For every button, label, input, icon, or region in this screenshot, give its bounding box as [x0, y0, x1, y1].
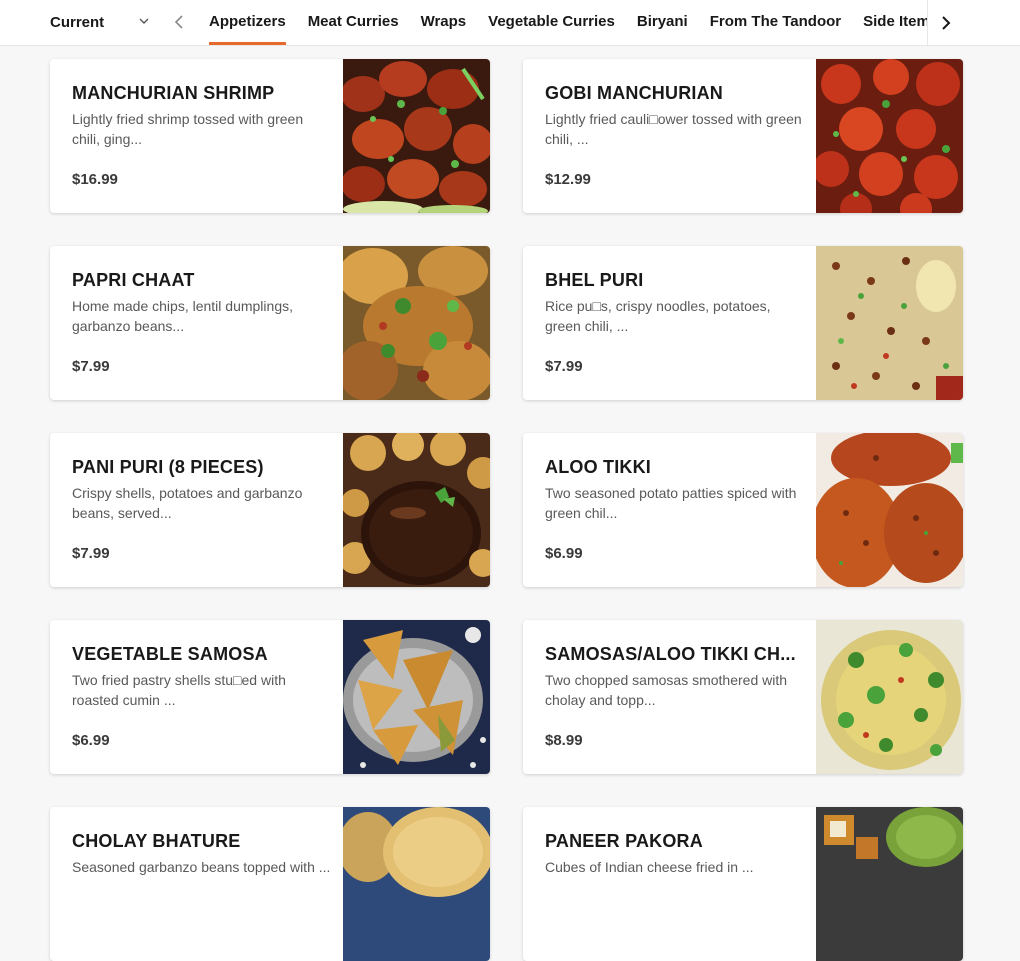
- pani-puri-photo: [343, 433, 490, 587]
- item-description: Cubes of Indian cheese fried in ...: [545, 859, 754, 875]
- menu-item-card[interactable]: MANCHURIAN SHRIMP Lightly fried shrimp t…: [50, 59, 490, 213]
- menu-item-card[interactable]: VEGETABLE SAMOSA Two fried pastry shells…: [50, 620, 490, 774]
- menu-items-grid: MANCHURIAN SHRIMP Lightly fried shrimp t…: [50, 59, 963, 961]
- bhel-puri-photo: [816, 246, 963, 400]
- item-name: PANI PURI (8 PIECES): [72, 457, 264, 477]
- gobi-manchurian-photo: [816, 59, 963, 213]
- category-tabs: Appetizers Meat Curries Wraps Vegetable …: [198, 0, 927, 46]
- menu-item-card[interactable]: PAPRI CHAAT Home made chips, lentil dump…: [50, 246, 490, 400]
- item-price: $7.99: [72, 358, 110, 375]
- tab-meat-curries[interactable]: Meat Curries: [297, 0, 410, 44]
- tab-wraps[interactable]: Wraps: [410, 0, 478, 44]
- item-name: ALOO TIKKI: [545, 457, 651, 477]
- item-description: Lightly fried cauli□ower tossed with gre…: [545, 111, 802, 147]
- item-description: Seasoned garbanzo beans topped with ...: [72, 859, 331, 875]
- item-price: $6.99: [545, 545, 583, 562]
- menu-item-card[interactable]: CHOLAY BHATURE Seasoned garbanzo beans t…: [50, 807, 490, 961]
- cholay-bhature-photo: [343, 807, 490, 961]
- tab-side-items[interactable]: Side Items: [852, 0, 927, 44]
- tab-vegetable-curries[interactable]: Vegetable Curries: [477, 0, 626, 44]
- item-price: $7.99: [72, 545, 110, 562]
- item-description: Two fried pastry shells stu□ed with roas…: [72, 672, 286, 708]
- samosa-chaat-photo: [816, 620, 963, 774]
- papri-chaat-photo: [343, 246, 490, 400]
- tab-appetizers[interactable]: Appetizers: [198, 0, 297, 45]
- scroll-right-button[interactable]: [927, 0, 964, 45]
- item-price: $12.99: [545, 171, 591, 188]
- item-name: GOBI MANCHURIAN: [545, 83, 723, 103]
- menu-item-card[interactable]: GOBI MANCHURIAN Lightly fried cauli□ower…: [523, 59, 963, 213]
- item-name: PANEER PAKORA: [545, 831, 703, 851]
- item-price: $8.99: [545, 732, 583, 749]
- menu-selector-dropdown[interactable]: Current: [50, 0, 155, 44]
- item-description: Home made chips, lentil dumplings, garba…: [72, 298, 293, 334]
- item-price: $6.99: [72, 732, 110, 749]
- item-description: Rice pu□s, crispy noodles, potatoes, gre…: [545, 298, 771, 334]
- item-price: $7.99: [545, 358, 583, 375]
- item-name: VEGETABLE SAMOSA: [72, 644, 268, 664]
- item-name: PAPRI CHAAT: [72, 270, 195, 290]
- item-name: SAMOSAS/ALOO TIKKI CH...: [545, 644, 796, 664]
- item-name: CHOLAY BHATURE: [72, 831, 241, 851]
- tab-biryani[interactable]: Biryani: [626, 0, 699, 44]
- menu-selector-label: Current: [50, 13, 105, 31]
- item-description: Two chopped samosas smothered with chola…: [545, 672, 788, 708]
- item-name: BHEL PURI: [545, 270, 644, 290]
- tab-from-the-tandoor[interactable]: From The Tandoor: [699, 0, 852, 44]
- item-price: $16.99: [72, 171, 118, 188]
- chevron-down-icon: [139, 18, 149, 24]
- chevron-right-icon: [942, 15, 951, 30]
- manchurian-shrimp-photo: [343, 59, 490, 213]
- menu-item-card[interactable]: PANEER PAKORA Cubes of Indian cheese fri…: [523, 807, 963, 961]
- menu-item-card[interactable]: ALOO TIKKI Two seasoned potato patties s…: [523, 433, 963, 587]
- chevron-left-icon[interactable]: [170, 12, 188, 32]
- item-description: Crispy shells, potatoes and garbanzo bea…: [72, 485, 303, 521]
- menu-item-card[interactable]: PANI PURI (8 PIECES) Crispy shells, pota…: [50, 433, 490, 587]
- item-description: Two seasoned potato patties spiced with …: [545, 485, 797, 521]
- category-nav-bar: Current Appetizers Meat Curries Wraps Ve…: [0, 0, 1020, 46]
- menu-item-card[interactable]: SAMOSAS/ALOO TIKKI CH... Two chopped sam…: [523, 620, 963, 774]
- item-name: MANCHURIAN SHRIMP: [72, 83, 275, 103]
- aloo-tikki-photo: [816, 433, 963, 587]
- vegetable-samosa-photo: [343, 620, 490, 774]
- item-description: Lightly fried shrimp tossed with green c…: [72, 111, 304, 147]
- paneer-pakora-photo: [816, 807, 963, 961]
- menu-item-card[interactable]: BHEL PURI Rice pu□s, crispy noodles, pot…: [523, 246, 963, 400]
